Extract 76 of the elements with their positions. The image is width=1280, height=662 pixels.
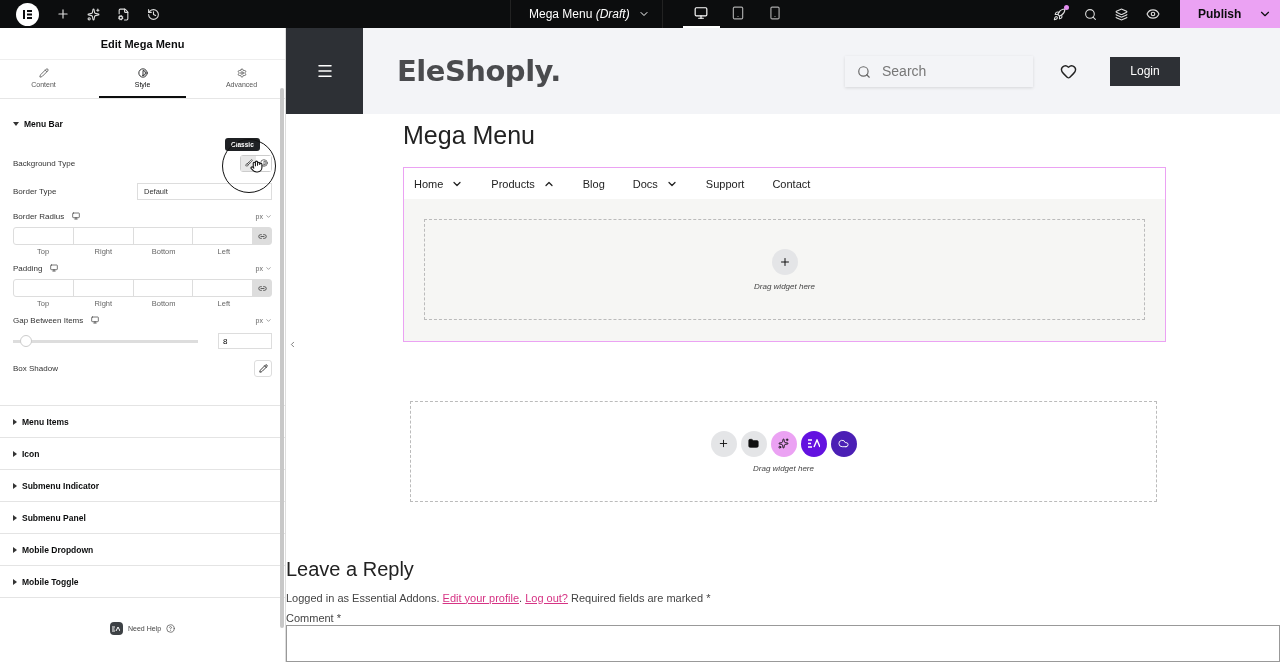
ai-button[interactable] [770, 430, 797, 457]
control-label: Box Shadow [13, 363, 58, 373]
slider-thumb[interactable] [19, 334, 32, 347]
menu-icon [315, 62, 334, 80]
dimensions-field[interactable] [13, 279, 272, 297]
control-label: Border Radius [13, 211, 81, 221]
add-widget-button[interactable] [771, 248, 798, 275]
cloud-icon [838, 438, 849, 449]
plus-icon [778, 255, 791, 268]
ai-icon [778, 438, 789, 449]
ea-logo-icon [807, 439, 820, 448]
comment-field[interactable] [286, 624, 1280, 662]
logout-link[interactable]: Log out? [525, 591, 568, 604]
folder-button[interactable] [740, 430, 767, 457]
ea-button[interactable] [800, 430, 827, 457]
menu-item[interactable]: Support [705, 177, 757, 190]
site-logo[interactable]: EleShoply. [397, 54, 561, 88]
pencil-icon [258, 363, 268, 373]
chevron-down-icon [265, 316, 272, 324]
mobile-icon [768, 6, 783, 20]
chevron-down-icon [265, 264, 272, 272]
search-icon [857, 64, 871, 79]
menu-item[interactable]: Blog [582, 177, 617, 190]
drop-hint: Drag widget here [753, 463, 814, 473]
preview-icon[interactable] [1146, 7, 1160, 21]
menu-item[interactable]: Contact [772, 177, 823, 190]
layers-icon[interactable] [1115, 7, 1128, 21]
login-note: Logged in as Essential Addons. Edit your profile. Log out? Required fields are marked * [286, 591, 712, 604]
scrollbar[interactable] [280, 88, 284, 628]
reply-heading: Leave a Reply [286, 558, 415, 582]
panel-title: Edit Mega Menu [0, 28, 285, 60]
control-label: Background Type [13, 158, 76, 168]
dimensions-field[interactable] [13, 227, 272, 245]
logo-icon[interactable] [16, 2, 39, 26]
number-input[interactable]: 8 [218, 333, 272, 349]
hand-cursor-icon [250, 159, 263, 173]
comment-label: Comment * [286, 611, 343, 624]
menu-item[interactable]: Products [491, 177, 567, 190]
desktop-icon [72, 212, 81, 220]
login-button[interactable]: Login [1110, 56, 1180, 86]
link-icon [257, 283, 267, 293]
search-field[interactable]: Search [845, 55, 1033, 87]
edit-profile-link[interactable]: Edit your profile [442, 591, 519, 604]
menu-item[interactable]: Docs [632, 177, 690, 190]
drop-hint: Drag widget here [754, 281, 815, 291]
heart-icon[interactable] [1060, 62, 1077, 80]
chevron-down-icon [265, 212, 272, 220]
rocket-icon[interactable] [1053, 7, 1066, 21]
history-icon[interactable] [147, 7, 160, 21]
desktop-icon [91, 316, 100, 324]
folder-icon [748, 438, 759, 449]
control-label: Padding [13, 263, 59, 273]
search-icon[interactable] [1084, 7, 1097, 21]
control-label: Border Type [13, 186, 57, 196]
gear-icon [236, 68, 247, 78]
add-icon [718, 438, 729, 449]
pencil-icon [38, 68, 49, 78]
tablet-icon [731, 6, 746, 20]
menu-item[interactable]: Home [414, 177, 476, 190]
ea-logo-icon [109, 622, 123, 635]
publish-button[interactable]: Publish [1180, 0, 1280, 28]
link-button[interactable] [253, 228, 271, 244]
cloud-button[interactable] [830, 430, 857, 457]
desktop-icon [50, 264, 59, 272]
link-button[interactable] [253, 280, 271, 296]
desktop-icon [694, 6, 709, 20]
contrast-icon [137, 68, 148, 78]
brush-icon [244, 159, 253, 167]
page-settings-icon[interactable] [117, 7, 130, 21]
link-icon [257, 231, 267, 241]
help-icon[interactable] [166, 624, 176, 633]
add-icon[interactable] [56, 7, 70, 21]
control-label: Gap Between Items [13, 315, 100, 325]
edit-button[interactable] [254, 359, 272, 377]
page-heading: Mega Menu [403, 121, 537, 151]
sparkle-icon[interactable] [87, 7, 100, 21]
